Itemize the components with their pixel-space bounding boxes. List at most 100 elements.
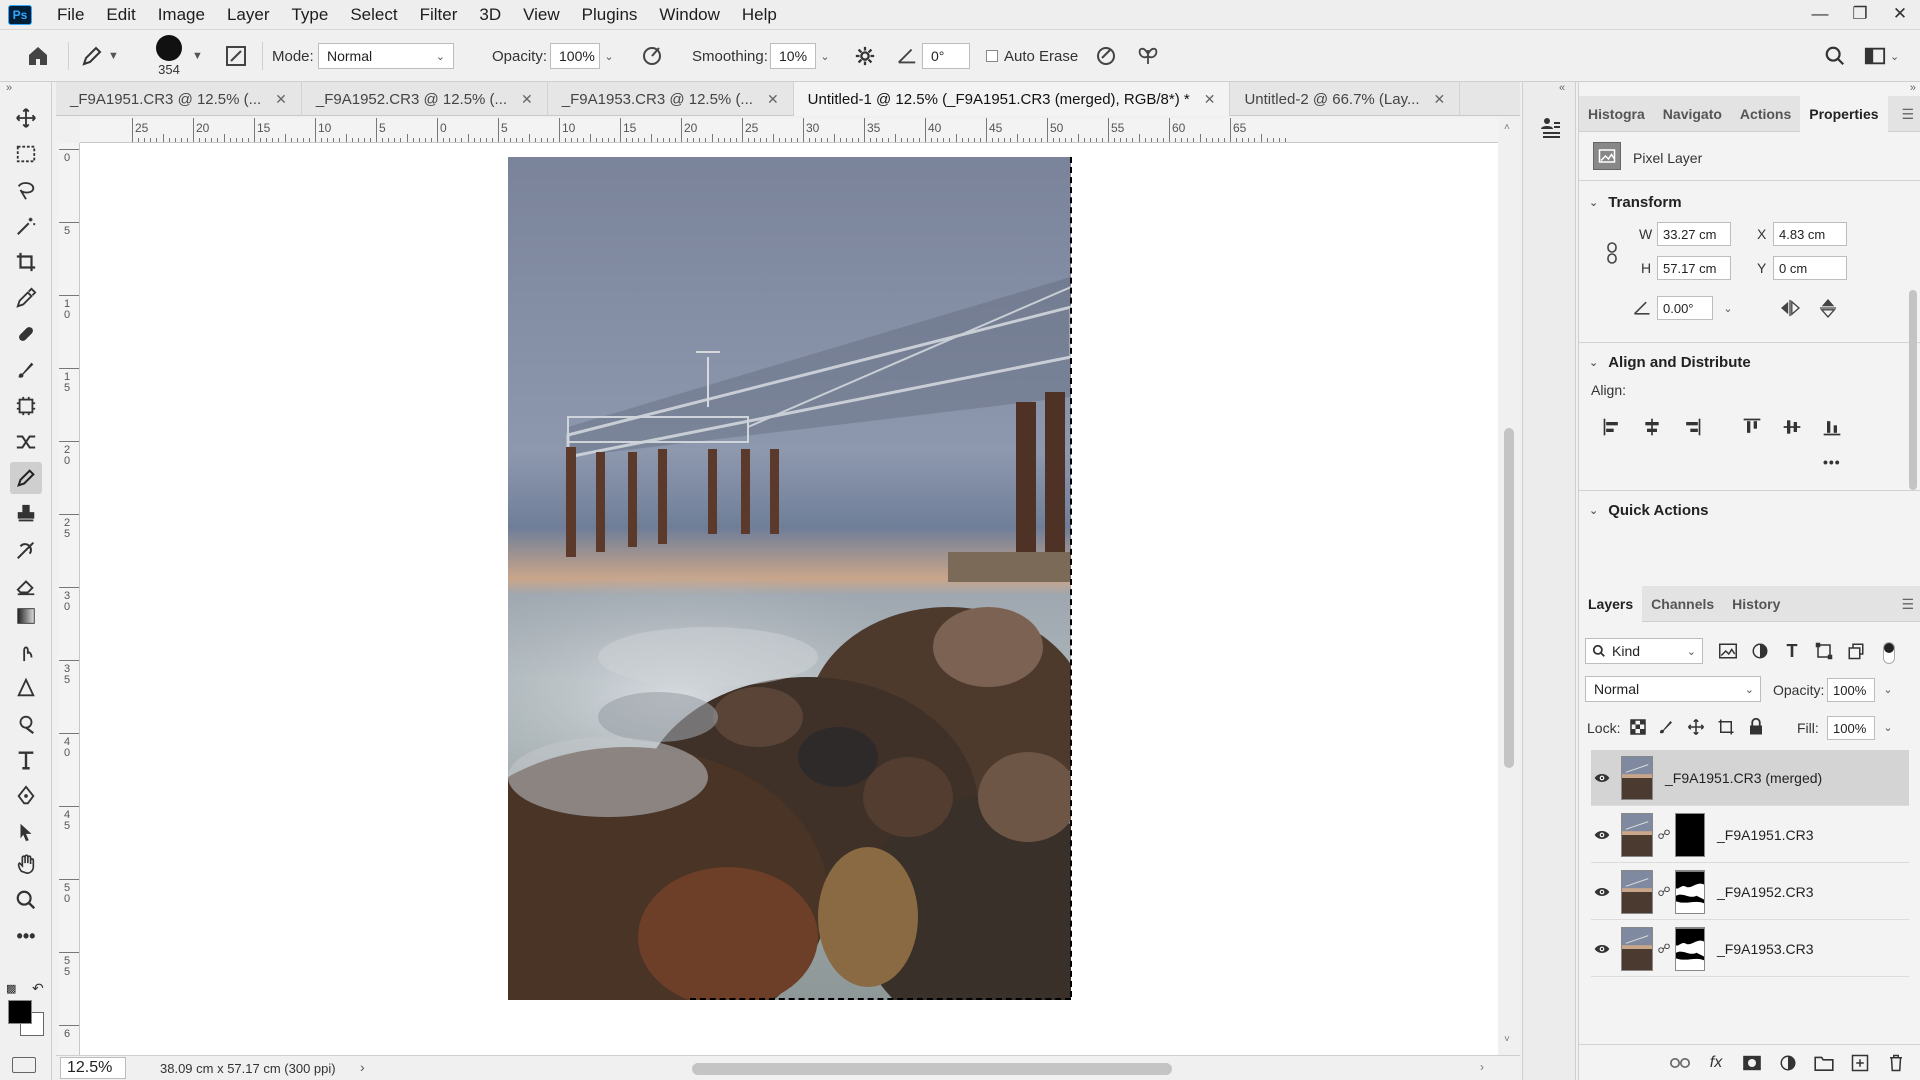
pencil-tool[interactable] xyxy=(10,462,42,494)
visibility-eye-icon[interactable] xyxy=(1591,943,1613,955)
close-tab-icon[interactable]: ✕ xyxy=(767,91,779,108)
lock-pixels-icon[interactable] xyxy=(1653,714,1679,740)
chevron-down-icon[interactable]: ⌄ xyxy=(1875,714,1901,740)
mode-select[interactable]: Normal ⌄ xyxy=(318,30,454,82)
foreground-color-swatch[interactable] xyxy=(8,1000,32,1024)
align-bottom-icon[interactable] xyxy=(1819,414,1845,440)
fill-field[interactable]: 100% xyxy=(1827,716,1875,740)
menu-type[interactable]: Type xyxy=(280,0,339,30)
new-group-icon[interactable] xyxy=(1811,1050,1837,1076)
canvas[interactable] xyxy=(80,143,1498,1055)
layer-name[interactable]: _F9A1951.CR3 (merged) xyxy=(1665,770,1822,786)
sharpen-tool[interactable] xyxy=(10,672,42,704)
lasso-tool[interactable] xyxy=(10,174,42,206)
panel-tab-properties[interactable]: Properties xyxy=(1800,96,1888,132)
healing-brush-tool[interactable] xyxy=(10,318,42,350)
width-field[interactable]: 33.27 cm xyxy=(1657,222,1731,246)
opacity-value[interactable]: 100% xyxy=(550,43,600,69)
stamp-tool[interactable] xyxy=(10,498,42,530)
collapse-panels-icon[interactable]: « xyxy=(1559,82,1565,94)
eraser-tool[interactable] xyxy=(10,570,42,602)
mask-link-icon[interactable]: ☍ xyxy=(1657,941,1671,957)
close-tab-icon[interactable]: ✕ xyxy=(1204,91,1216,108)
filter-adjustment-icon[interactable] xyxy=(1747,638,1773,664)
opacity-field[interactable]: 100% ⌄ xyxy=(550,30,618,82)
dodge-tool[interactable] xyxy=(10,708,42,740)
layer-mask-thumbnail[interactable] xyxy=(1675,812,1705,857)
lock-transparent-icon[interactable] xyxy=(1625,714,1651,740)
align-right-icon[interactable] xyxy=(1679,414,1705,440)
panel-tab-channels[interactable]: Channels xyxy=(1642,586,1723,622)
chevron-right-icon[interactable]: › xyxy=(360,1059,365,1075)
panel-tab-history[interactable]: History xyxy=(1723,586,1789,622)
x-field[interactable]: 4.83 cm xyxy=(1773,222,1847,246)
more-tools-icon[interactable]: ••• xyxy=(10,920,42,952)
layer-row[interactable]: ☍ _F9A1951.CR3 xyxy=(1591,807,1909,863)
document-tab[interactable]: _F9A1951.CR3 @ 12.5% (... ✕ xyxy=(56,82,302,116)
scroll-down-icon[interactable]: ˅ xyxy=(1504,1034,1510,1045)
new-layer-icon[interactable] xyxy=(1847,1050,1873,1076)
rotation-field[interactable]: 0.00° xyxy=(1657,296,1713,320)
add-mask-icon[interactable] xyxy=(1739,1050,1765,1076)
menu-view[interactable]: View xyxy=(512,0,571,30)
layer-filter-select[interactable]: Kind ⌄ xyxy=(1585,638,1703,664)
symmetry-button[interactable] xyxy=(1136,30,1160,82)
menu-3d[interactable]: 3D xyxy=(468,0,512,30)
close-tab-icon[interactable]: ✕ xyxy=(275,91,287,108)
gradient-tool[interactable] xyxy=(10,600,42,632)
y-field[interactable]: 0 cm xyxy=(1773,256,1847,280)
vertical-scrollbar[interactable]: ˄ ˅ xyxy=(1498,118,1520,1055)
filter-toggle[interactable] xyxy=(1883,642,1895,664)
align-top-icon[interactable] xyxy=(1739,414,1765,440)
document-tab[interactable]: Untitled-2 @ 66.7% (Lay... ✕ xyxy=(1230,82,1461,116)
flip-horizontal-icon[interactable] xyxy=(1777,295,1803,321)
brush-size-picker[interactable]: 354 xyxy=(156,30,182,82)
adjustment-layer-icon[interactable] xyxy=(1775,1050,1801,1076)
smoothing-value[interactable]: 10% xyxy=(770,43,816,69)
scroll-up-icon[interactable]: ˄ xyxy=(1504,122,1510,133)
default-colors-icon[interactable]: ▩ xyxy=(6,982,16,995)
blend-mode-select[interactable]: Normal ⌄ xyxy=(1585,676,1761,702)
chevron-down-icon[interactable]: ⌄ xyxy=(600,50,618,63)
menu-edit[interactable]: Edit xyxy=(95,0,146,30)
layer-name[interactable]: _F9A1952.CR3 xyxy=(1717,884,1814,900)
smoothing-field[interactable]: 10% ⌄ xyxy=(770,30,834,82)
menu-select[interactable]: Select xyxy=(339,0,408,30)
smoothing-settings-button[interactable] xyxy=(854,30,876,82)
panel-tab-actions[interactable]: Actions xyxy=(1731,96,1800,132)
close-tab-icon[interactable]: ✕ xyxy=(521,91,533,108)
clone-stamp-tool[interactable] xyxy=(10,390,42,422)
collapse-dock-icon[interactable]: » xyxy=(1910,82,1916,94)
move-tool[interactable] xyxy=(10,102,42,134)
align-section-toggle[interactable]: ⌄ Align and Distribute xyxy=(1589,354,1751,371)
lock-artboard-icon[interactable] xyxy=(1713,714,1739,740)
layer-mask-thumbnail[interactable] xyxy=(1675,926,1705,971)
lock-position-icon[interactable] xyxy=(1683,714,1709,740)
history-brush-tool[interactable] xyxy=(10,534,42,566)
mask-link-icon[interactable]: ☍ xyxy=(1657,827,1671,843)
menu-layer[interactable]: Layer xyxy=(216,0,281,30)
filter-pixel-icon[interactable] xyxy=(1715,638,1741,664)
home-button[interactable] xyxy=(26,30,50,82)
chevron-down-icon[interactable]: ⌄ xyxy=(1715,295,1741,321)
content-aware-move-tool[interactable] xyxy=(10,426,42,458)
chevron-down-icon[interactable]: ⌄ xyxy=(1875,676,1901,702)
panel-menu-icon[interactable]: ☰ xyxy=(1901,596,1914,613)
more-options-icon[interactable]: ••• xyxy=(1823,454,1841,470)
align-left-icon[interactable] xyxy=(1599,414,1625,440)
layer-mask-thumbnail[interactable] xyxy=(1675,869,1705,914)
minimize-icon[interactable]: — xyxy=(1800,0,1840,28)
close-icon[interactable]: ✕ xyxy=(1880,0,1920,28)
chevron-down-icon[interactable]: ⌄ xyxy=(816,50,834,63)
menu-window[interactable]: Window xyxy=(648,0,730,30)
filter-type-icon[interactable]: T xyxy=(1779,638,1805,664)
collapse-toolbar-icon[interactable]: » xyxy=(6,82,12,94)
workspace-button[interactable]: ⌄ xyxy=(1864,30,1899,82)
crop-tool[interactable] xyxy=(10,246,42,278)
hand-tool[interactable] xyxy=(10,848,42,880)
horizontal-scroll-thumb[interactable] xyxy=(692,1063,1172,1075)
document-tab[interactable]: Untitled-1 @ 12.5% (_F9A1951.CR3 (merged… xyxy=(793,82,1231,116)
blur-tool[interactable] xyxy=(10,636,42,668)
brush-settings-button[interactable] xyxy=(224,30,248,82)
menu-help[interactable]: Help xyxy=(731,0,788,30)
